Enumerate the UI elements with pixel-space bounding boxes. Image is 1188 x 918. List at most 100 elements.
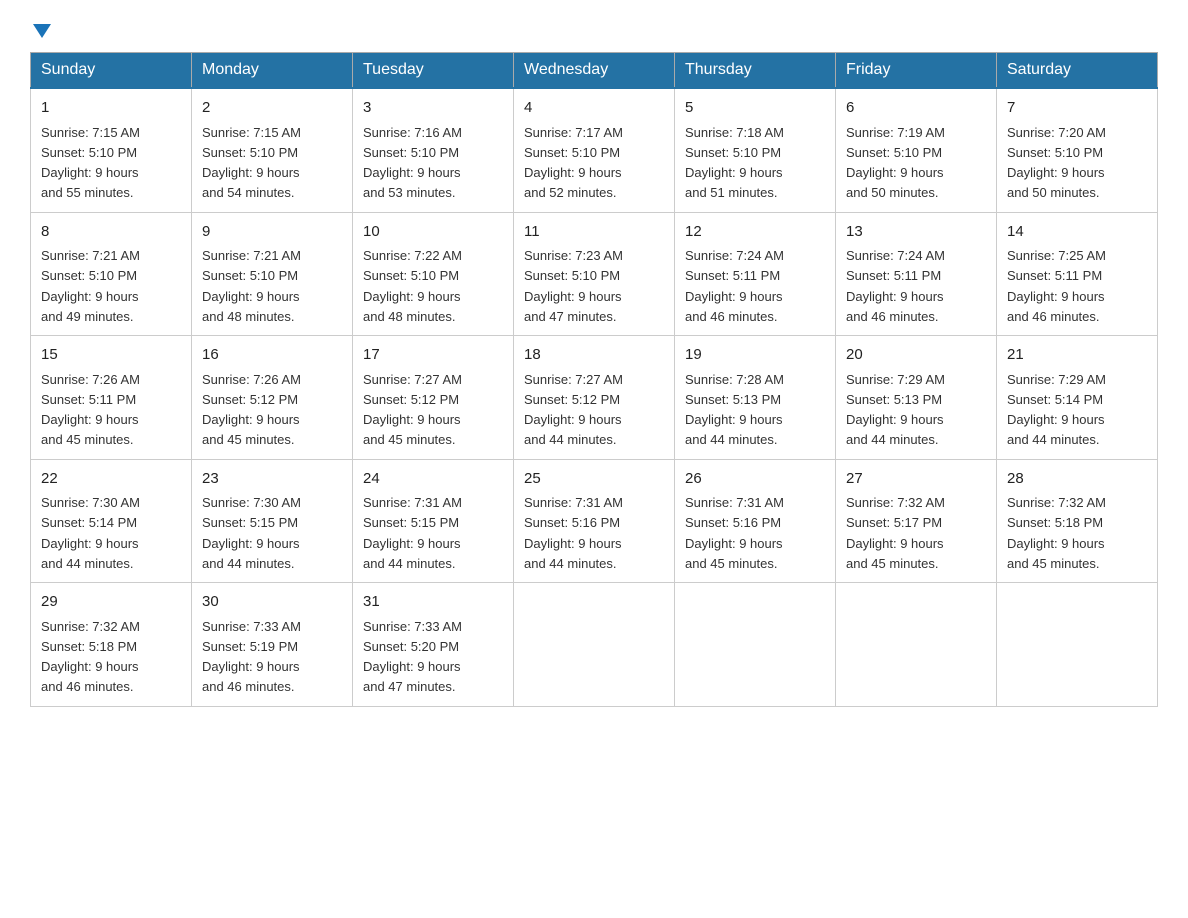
day-number: 10 xyxy=(363,221,503,244)
column-header-sunday: Sunday xyxy=(31,53,192,89)
calendar-cell: 26 Sunrise: 7:31 AMSunset: 5:16 PMDaylig… xyxy=(675,459,836,583)
calendar-cell: 13 Sunrise: 7:24 AMSunset: 5:11 PMDaylig… xyxy=(836,212,997,336)
day-info: Sunrise: 7:19 AMSunset: 5:10 PMDaylight:… xyxy=(846,125,945,201)
day-info: Sunrise: 7:18 AMSunset: 5:10 PMDaylight:… xyxy=(685,125,784,201)
calendar-cell: 2 Sunrise: 7:15 AMSunset: 5:10 PMDayligh… xyxy=(192,88,353,212)
day-number: 15 xyxy=(41,344,181,367)
day-info: Sunrise: 7:21 AMSunset: 5:10 PMDaylight:… xyxy=(202,248,301,324)
day-info: Sunrise: 7:27 AMSunset: 5:12 PMDaylight:… xyxy=(524,372,623,448)
calendar-cell: 30 Sunrise: 7:33 AMSunset: 5:19 PMDaylig… xyxy=(192,583,353,707)
calendar-week-row: 1 Sunrise: 7:15 AMSunset: 5:10 PMDayligh… xyxy=(31,88,1158,212)
day-number: 23 xyxy=(202,468,342,491)
calendar-cell: 31 Sunrise: 7:33 AMSunset: 5:20 PMDaylig… xyxy=(353,583,514,707)
calendar-cell: 21 Sunrise: 7:29 AMSunset: 5:14 PMDaylig… xyxy=(997,336,1158,460)
calendar-cell: 4 Sunrise: 7:17 AMSunset: 5:10 PMDayligh… xyxy=(514,88,675,212)
day-number: 13 xyxy=(846,221,986,244)
calendar-cell xyxy=(675,583,836,707)
day-number: 21 xyxy=(1007,344,1147,367)
calendar-cell: 25 Sunrise: 7:31 AMSunset: 5:16 PMDaylig… xyxy=(514,459,675,583)
calendar-week-row: 22 Sunrise: 7:30 AMSunset: 5:14 PMDaylig… xyxy=(31,459,1158,583)
day-number: 25 xyxy=(524,468,664,491)
day-info: Sunrise: 7:17 AMSunset: 5:10 PMDaylight:… xyxy=(524,125,623,201)
calendar-cell: 11 Sunrise: 7:23 AMSunset: 5:10 PMDaylig… xyxy=(514,212,675,336)
calendar-cell: 3 Sunrise: 7:16 AMSunset: 5:10 PMDayligh… xyxy=(353,88,514,212)
day-info: Sunrise: 7:20 AMSunset: 5:10 PMDaylight:… xyxy=(1007,125,1106,201)
column-header-tuesday: Tuesday xyxy=(353,53,514,89)
calendar-header-row: SundayMondayTuesdayWednesdayThursdayFrid… xyxy=(31,53,1158,89)
calendar-cell: 8 Sunrise: 7:21 AMSunset: 5:10 PMDayligh… xyxy=(31,212,192,336)
calendar-cell: 20 Sunrise: 7:29 AMSunset: 5:13 PMDaylig… xyxy=(836,336,997,460)
calendar-cell: 16 Sunrise: 7:26 AMSunset: 5:12 PMDaylig… xyxy=(192,336,353,460)
day-number: 26 xyxy=(685,468,825,491)
column-header-thursday: Thursday xyxy=(675,53,836,89)
day-number: 30 xyxy=(202,591,342,614)
calendar-cell: 6 Sunrise: 7:19 AMSunset: 5:10 PMDayligh… xyxy=(836,88,997,212)
calendar-cell: 1 Sunrise: 7:15 AMSunset: 5:10 PMDayligh… xyxy=(31,88,192,212)
day-info: Sunrise: 7:25 AMSunset: 5:11 PMDaylight:… xyxy=(1007,248,1106,324)
day-number: 2 xyxy=(202,97,342,120)
day-info: Sunrise: 7:23 AMSunset: 5:10 PMDaylight:… xyxy=(524,248,623,324)
calendar-cell: 5 Sunrise: 7:18 AMSunset: 5:10 PMDayligh… xyxy=(675,88,836,212)
day-info: Sunrise: 7:32 AMSunset: 5:17 PMDaylight:… xyxy=(846,495,945,571)
day-info: Sunrise: 7:31 AMSunset: 5:16 PMDaylight:… xyxy=(685,495,784,571)
day-number: 8 xyxy=(41,221,181,244)
day-info: Sunrise: 7:31 AMSunset: 5:16 PMDaylight:… xyxy=(524,495,623,571)
day-number: 18 xyxy=(524,344,664,367)
day-info: Sunrise: 7:27 AMSunset: 5:12 PMDaylight:… xyxy=(363,372,462,448)
day-number: 1 xyxy=(41,97,181,120)
calendar-cell xyxy=(514,583,675,707)
calendar-cell: 9 Sunrise: 7:21 AMSunset: 5:10 PMDayligh… xyxy=(192,212,353,336)
calendar-cell: 28 Sunrise: 7:32 AMSunset: 5:18 PMDaylig… xyxy=(997,459,1158,583)
calendar-cell: 19 Sunrise: 7:28 AMSunset: 5:13 PMDaylig… xyxy=(675,336,836,460)
calendar-cell: 12 Sunrise: 7:24 AMSunset: 5:11 PMDaylig… xyxy=(675,212,836,336)
calendar-cell: 27 Sunrise: 7:32 AMSunset: 5:17 PMDaylig… xyxy=(836,459,997,583)
day-info: Sunrise: 7:26 AMSunset: 5:11 PMDaylight:… xyxy=(41,372,140,448)
day-info: Sunrise: 7:32 AMSunset: 5:18 PMDaylight:… xyxy=(1007,495,1106,571)
day-number: 20 xyxy=(846,344,986,367)
logo xyxy=(30,20,54,34)
day-info: Sunrise: 7:29 AMSunset: 5:13 PMDaylight:… xyxy=(846,372,945,448)
day-number: 12 xyxy=(685,221,825,244)
day-number: 17 xyxy=(363,344,503,367)
day-number: 7 xyxy=(1007,97,1147,120)
day-info: Sunrise: 7:16 AMSunset: 5:10 PMDaylight:… xyxy=(363,125,462,201)
day-number: 6 xyxy=(846,97,986,120)
day-number: 31 xyxy=(363,591,503,614)
day-info: Sunrise: 7:30 AMSunset: 5:15 PMDaylight:… xyxy=(202,495,301,571)
day-info: Sunrise: 7:22 AMSunset: 5:10 PMDaylight:… xyxy=(363,248,462,324)
calendar-cell: 18 Sunrise: 7:27 AMSunset: 5:12 PMDaylig… xyxy=(514,336,675,460)
calendar-cell: 15 Sunrise: 7:26 AMSunset: 5:11 PMDaylig… xyxy=(31,336,192,460)
day-number: 27 xyxy=(846,468,986,491)
day-number: 3 xyxy=(363,97,503,120)
logo-arrow-icon xyxy=(33,24,51,38)
calendar-week-row: 8 Sunrise: 7:21 AMSunset: 5:10 PMDayligh… xyxy=(31,212,1158,336)
column-header-monday: Monday xyxy=(192,53,353,89)
day-info: Sunrise: 7:31 AMSunset: 5:15 PMDaylight:… xyxy=(363,495,462,571)
day-info: Sunrise: 7:30 AMSunset: 5:14 PMDaylight:… xyxy=(41,495,140,571)
day-info: Sunrise: 7:33 AMSunset: 5:19 PMDaylight:… xyxy=(202,619,301,695)
day-info: Sunrise: 7:26 AMSunset: 5:12 PMDaylight:… xyxy=(202,372,301,448)
day-number: 11 xyxy=(524,221,664,244)
column-header-friday: Friday xyxy=(836,53,997,89)
day-info: Sunrise: 7:33 AMSunset: 5:20 PMDaylight:… xyxy=(363,619,462,695)
calendar-cell xyxy=(997,583,1158,707)
day-number: 4 xyxy=(524,97,664,120)
calendar-cell: 23 Sunrise: 7:30 AMSunset: 5:15 PMDaylig… xyxy=(192,459,353,583)
day-number: 24 xyxy=(363,468,503,491)
calendar-cell xyxy=(836,583,997,707)
day-info: Sunrise: 7:28 AMSunset: 5:13 PMDaylight:… xyxy=(685,372,784,448)
calendar-body: 1 Sunrise: 7:15 AMSunset: 5:10 PMDayligh… xyxy=(31,88,1158,706)
day-number: 16 xyxy=(202,344,342,367)
calendar-cell: 29 Sunrise: 7:32 AMSunset: 5:18 PMDaylig… xyxy=(31,583,192,707)
calendar-cell: 10 Sunrise: 7:22 AMSunset: 5:10 PMDaylig… xyxy=(353,212,514,336)
column-header-saturday: Saturday xyxy=(997,53,1158,89)
calendar-cell: 7 Sunrise: 7:20 AMSunset: 5:10 PMDayligh… xyxy=(997,88,1158,212)
day-info: Sunrise: 7:29 AMSunset: 5:14 PMDaylight:… xyxy=(1007,372,1106,448)
day-info: Sunrise: 7:15 AMSunset: 5:10 PMDaylight:… xyxy=(41,125,140,201)
calendar-week-row: 15 Sunrise: 7:26 AMSunset: 5:11 PMDaylig… xyxy=(31,336,1158,460)
day-info: Sunrise: 7:32 AMSunset: 5:18 PMDaylight:… xyxy=(41,619,140,695)
calendar-cell: 14 Sunrise: 7:25 AMSunset: 5:11 PMDaylig… xyxy=(997,212,1158,336)
calendar-cell: 17 Sunrise: 7:27 AMSunset: 5:12 PMDaylig… xyxy=(353,336,514,460)
calendar-cell: 22 Sunrise: 7:30 AMSunset: 5:14 PMDaylig… xyxy=(31,459,192,583)
day-number: 29 xyxy=(41,591,181,614)
